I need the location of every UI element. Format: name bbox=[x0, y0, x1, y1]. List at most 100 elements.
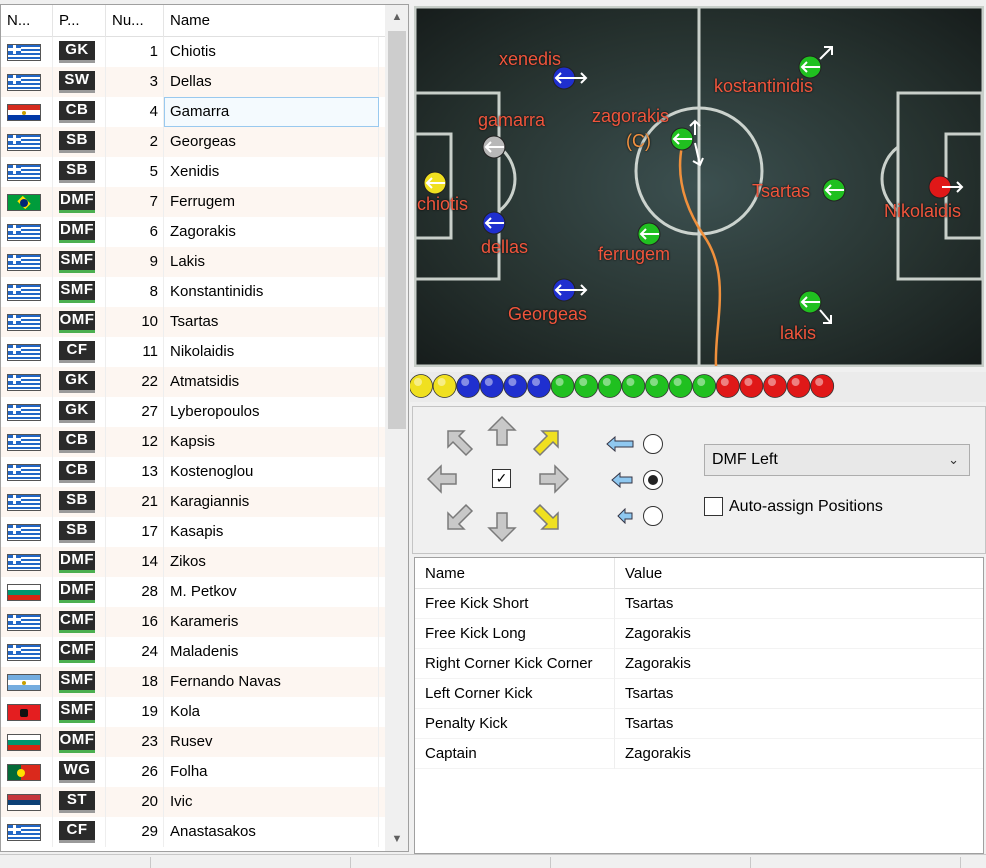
setpiece-value-cell: Tsartas bbox=[615, 589, 983, 619]
table-row[interactable]: SMF 19 Kola bbox=[1, 697, 385, 727]
column-header-setpiece-name[interactable]: Name bbox=[415, 558, 615, 589]
table-row[interactable]: SW 3 Dellas bbox=[1, 67, 385, 97]
nationality-cell bbox=[1, 457, 53, 487]
arrow-right-icon[interactable] bbox=[538, 463, 570, 495]
position-select[interactable]: DMF Left ⌄ bbox=[704, 444, 970, 476]
name-cell: Georgeas bbox=[164, 127, 379, 157]
arrow-down-icon[interactable] bbox=[486, 511, 518, 543]
position-cell: SB bbox=[53, 487, 106, 517]
table-row[interactable]: CB 4 Gamarra bbox=[1, 97, 385, 127]
column-header-setpiece-value[interactable]: Value bbox=[615, 558, 983, 589]
table-row[interactable]: Right Corner Kick Corner Zagorakis bbox=[415, 649, 983, 679]
set-pieces-header: Name Value bbox=[415, 558, 983, 589]
table-row[interactable]: Penalty Kick Tsartas bbox=[415, 709, 983, 739]
position-select-value: DMF Left bbox=[712, 451, 778, 468]
table-row[interactable]: SMF 18 Fernando Navas bbox=[1, 667, 385, 697]
column-header-number[interactable]: Nu... bbox=[106, 5, 164, 37]
arrow-up-right-icon[interactable] bbox=[530, 427, 562, 459]
player-list[interactable]: N... P... Nu... Name GK 1 Chiotis SW 3 Dellas… bbox=[0, 4, 409, 852]
scrollbar-thumb[interactable] bbox=[388, 31, 406, 429]
table-row[interactable]: GK 22 Atmatsidis bbox=[1, 367, 385, 397]
table-row[interactable]: Free Kick Long Zagorakis bbox=[415, 619, 983, 649]
table-row[interactable]: OMF 23 Rusev bbox=[1, 727, 385, 757]
name-cell: Gamarra bbox=[164, 97, 379, 127]
table-row[interactable]: Captain Zagorakis bbox=[415, 739, 983, 769]
radio-medium-step[interactable] bbox=[643, 470, 663, 490]
flag-icon bbox=[7, 224, 41, 241]
table-row[interactable]: CB 13 Kostenoglou bbox=[1, 457, 385, 487]
ball-highlight bbox=[791, 378, 800, 386]
nationality-cell bbox=[1, 787, 53, 817]
nationality-cell bbox=[1, 187, 53, 217]
table-row[interactable]: DMF 7 Ferrugem bbox=[1, 187, 385, 217]
arrow-up-icon[interactable] bbox=[486, 415, 518, 447]
position-cell: CF bbox=[53, 817, 106, 847]
status-bar bbox=[0, 854, 986, 868]
chevron-down-icon[interactable]: ▼ bbox=[385, 827, 408, 851]
table-row[interactable]: CMF 16 Karameris bbox=[1, 607, 385, 637]
table-row[interactable]: SB 2 Georgeas bbox=[1, 127, 385, 157]
arrow-down-left-icon[interactable] bbox=[444, 501, 476, 533]
position-cell: DMF bbox=[53, 577, 106, 607]
table-row[interactable]: OMF 10 Tsartas bbox=[1, 307, 385, 337]
table-row[interactable]: SMF 9 Lakis bbox=[1, 247, 385, 277]
nationality-cell bbox=[1, 337, 53, 367]
radio-small-step[interactable] bbox=[643, 506, 663, 526]
table-row[interactable]: CMF 24 Maladenis bbox=[1, 637, 385, 667]
radio-large-step[interactable] bbox=[643, 434, 663, 454]
table-row[interactable]: DMF 28 M. Petkov bbox=[1, 577, 385, 607]
number-cell: 27 bbox=[106, 397, 164, 427]
table-row[interactable]: SB 5 Xenidis bbox=[1, 157, 385, 187]
flag-icon bbox=[7, 164, 41, 181]
table-row[interactable]: DMF 6 Zagorakis bbox=[1, 217, 385, 247]
number-cell: 26 bbox=[106, 757, 164, 787]
column-header-nationality[interactable]: N... bbox=[1, 5, 53, 37]
position-cell: GK bbox=[53, 367, 106, 397]
number-cell: 24 bbox=[106, 637, 164, 667]
column-header-name[interactable]: Name bbox=[164, 5, 385, 37]
nationality-cell bbox=[1, 427, 53, 457]
center-checkbox[interactable]: ✓ bbox=[492, 469, 511, 488]
table-row[interactable]: WG 26 Folha bbox=[1, 757, 385, 787]
arrow-up-left-icon[interactable] bbox=[444, 427, 476, 459]
position-cell: DMF bbox=[53, 217, 106, 247]
chevron-up-icon[interactable]: ▲ bbox=[385, 5, 408, 29]
table-row[interactable]: SB 17 Kasapis bbox=[1, 517, 385, 547]
player-list-scrollbar[interactable]: ▲ ▼ bbox=[385, 5, 408, 851]
position-badge: DMF bbox=[59, 221, 95, 243]
table-row[interactable]: CF 29 Anastasakos bbox=[1, 817, 385, 847]
table-row[interactable]: SMF 8 Konstantinidis bbox=[1, 277, 385, 307]
checkbox-box[interactable] bbox=[704, 497, 723, 516]
pitch-label-nikolaidis: Nikolaidis bbox=[884, 201, 962, 221]
nationality-cell bbox=[1, 127, 53, 157]
name-cell: Dellas bbox=[164, 67, 379, 97]
color-ball bbox=[739, 374, 764, 398]
nationality-cell bbox=[1, 637, 53, 667]
flag-icon bbox=[7, 614, 41, 631]
table-row[interactable]: Left Corner Kick Tsartas bbox=[415, 679, 983, 709]
status-divider bbox=[350, 857, 351, 868]
nationality-cell bbox=[1, 157, 53, 187]
arrow-left-icon[interactable] bbox=[426, 463, 458, 495]
number-cell: 3 bbox=[106, 67, 164, 97]
table-row[interactable]: Free Kick Short Tsartas bbox=[415, 589, 983, 619]
setpiece-name-cell: Captain bbox=[415, 739, 615, 769]
column-header-position[interactable]: P... bbox=[53, 5, 106, 37]
ball-highlight bbox=[744, 378, 753, 386]
table-row[interactable]: DMF 14 Zikos bbox=[1, 547, 385, 577]
position-badge: SB bbox=[59, 491, 95, 513]
arrow-down-right-icon[interactable] bbox=[530, 501, 562, 533]
table-row[interactable]: GK 27 Lyberopoulos bbox=[1, 397, 385, 427]
table-row[interactable]: CB 12 Kapsis bbox=[1, 427, 385, 457]
table-row[interactable]: GK 1 Chiotis bbox=[1, 37, 385, 67]
table-row[interactable]: ST 20 Ivic bbox=[1, 787, 385, 817]
position-badge: SB bbox=[59, 521, 95, 543]
table-row[interactable]: SB 21 Karagiannis bbox=[1, 487, 385, 517]
formation-pitch[interactable]: xenedis gamarra chiotis dellas Georgeas … bbox=[414, 6, 984, 367]
setpiece-value-cell: Zagorakis bbox=[615, 619, 983, 649]
set-pieces-table[interactable]: Name Value Free Kick Short Tsartas Free Ki… bbox=[414, 557, 984, 854]
setpiece-name-cell: Right Corner Kick Corner bbox=[415, 649, 615, 679]
table-row[interactable]: CF 11 Nikolaidis bbox=[1, 337, 385, 367]
position-badge: SMF bbox=[59, 701, 95, 723]
name-cell: Ferrugem bbox=[164, 187, 379, 217]
